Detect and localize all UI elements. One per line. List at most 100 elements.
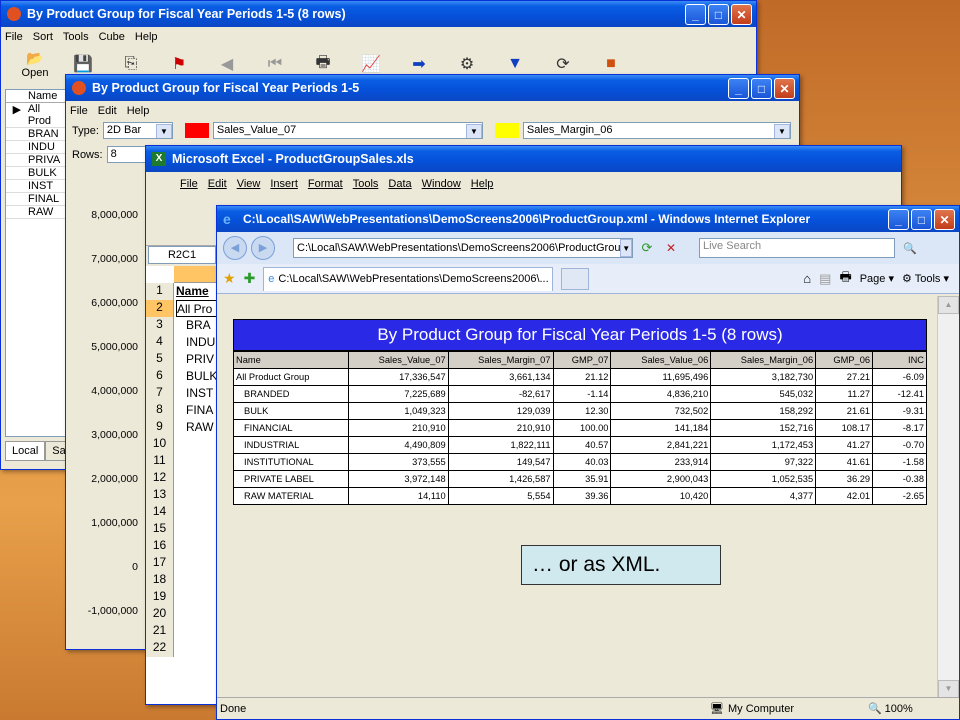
list-item[interactable]: FINAL xyxy=(6,193,66,206)
page-menu[interactable]: Page ▾ xyxy=(860,272,894,285)
row-header[interactable]: 7 xyxy=(146,385,174,402)
maximize-button[interactable]: □ xyxy=(708,4,729,25)
grid-cell[interactable]: RAW xyxy=(176,419,214,436)
series1-select[interactable]: Sales_Value_07 ▼ xyxy=(212,122,483,139)
cube-title-bar[interactable]: By Product Group for Fiscal Year Periods… xyxy=(1,1,756,27)
list-item[interactable]: INST xyxy=(6,180,66,193)
list-item[interactable]: INDU xyxy=(6,141,66,154)
ie-address-bar: ◀ ▶ C:\Local\SAW\WebPresentations\DemoSc… xyxy=(217,232,959,264)
row-header[interactable]: 12 xyxy=(146,470,174,487)
series2-select[interactable]: Sales_Margin_06 ▼ xyxy=(522,122,791,139)
name-box[interactable]: R2C1 xyxy=(148,246,216,264)
list-item[interactable]: BULK xyxy=(6,167,66,180)
type-select[interactable]: 2D Bar ▼ xyxy=(102,122,173,139)
maximize-button[interactable]: □ xyxy=(911,209,932,230)
menu-insert[interactable]: Insert xyxy=(270,178,298,190)
list-item[interactable]: ▶ All Prod xyxy=(6,103,66,128)
add-favorite-icon[interactable]: ✚ xyxy=(244,270,256,287)
row-header[interactable]: 10 xyxy=(146,436,174,453)
menu-help[interactable]: Help xyxy=(127,105,150,117)
menu-window[interactable]: Window xyxy=(422,178,461,190)
close-button[interactable]: ✕ xyxy=(774,78,795,99)
row-header[interactable]: 5 xyxy=(146,351,174,368)
feeds-icon[interactable]: ▤ xyxy=(819,271,831,287)
tab-local[interactable]: Local xyxy=(5,441,46,461)
favorites-star-icon[interactable]: ★ xyxy=(223,270,236,287)
row-header[interactable]: 1 xyxy=(146,283,174,300)
stop-icon[interactable]: ✕ xyxy=(661,241,681,255)
row-header[interactable]: 13 xyxy=(146,487,174,504)
address-input[interactable]: C:\Local\SAW\WebPresentations\DemoScreen… xyxy=(293,238,633,258)
row-header[interactable]: 6 xyxy=(146,368,174,385)
row-header[interactable]: 16 xyxy=(146,538,174,555)
row-header[interactable]: 14 xyxy=(146,504,174,521)
ie-tab[interactable]: e C:\Local\SAW\WebPresentations\DemoScre… xyxy=(263,266,554,291)
grid-cell[interactable]: BULK xyxy=(176,368,217,385)
zoom-level[interactable]: 100% xyxy=(885,703,913,715)
open-button[interactable]: 📂 Open xyxy=(11,50,59,79)
menu-edit[interactable]: Edit xyxy=(98,105,117,117)
excel-title-bar[interactable]: X Microsoft Excel - ProductGroupSales.xl… xyxy=(146,146,901,172)
search-input[interactable]: Live Search xyxy=(699,238,895,258)
row-header[interactable]: 18 xyxy=(146,572,174,589)
grid-cell[interactable]: Name xyxy=(176,283,209,300)
menu-help[interactable]: Help xyxy=(471,178,494,190)
series2-color[interactable] xyxy=(494,123,519,138)
menu-tools[interactable]: Tools xyxy=(353,178,379,190)
row-header[interactable]: 19 xyxy=(146,589,174,606)
row-header[interactable]: 8 xyxy=(146,402,174,419)
row-header[interactable]: 22 xyxy=(146,640,174,657)
row-header[interactable]: 9 xyxy=(146,419,174,436)
menu-file[interactable]: File xyxy=(70,105,88,117)
scroll-up-icon[interactable]: ▲ xyxy=(938,296,959,314)
print-icon[interactable]: 🖶 xyxy=(839,268,851,290)
menu-sort[interactable]: Sort xyxy=(33,31,53,43)
row-header[interactable]: 20 xyxy=(146,606,174,623)
maximize-button[interactable]: □ xyxy=(751,78,772,99)
table-header-row: Name Sales_Value_07 Sales_Margin_07 GMP_… xyxy=(233,351,927,369)
list-item[interactable]: PRIVA xyxy=(6,154,66,167)
grid-cell[interactable]: PRIV xyxy=(176,351,214,368)
grid-cell[interactable]: INST xyxy=(176,385,213,402)
row-header[interactable]: 4 xyxy=(146,334,174,351)
row-header[interactable]: 2 xyxy=(146,300,174,317)
home-icon[interactable]: ⌂ xyxy=(803,271,811,286)
minimize-button[interactable]: _ xyxy=(728,78,749,99)
row-header[interactable]: 11 xyxy=(146,453,174,470)
close-button[interactable]: ✕ xyxy=(731,4,752,25)
chart-title-bar[interactable]: By Product Group for Fiscal Year Periods… xyxy=(66,75,799,101)
grid-cell[interactable]: INDU xyxy=(176,334,215,351)
menu-cube[interactable]: Cube xyxy=(99,31,125,43)
table-cell: 152,716 xyxy=(710,419,817,437)
forward-icon[interactable]: ▶ xyxy=(251,236,275,260)
ie-scrollbar[interactable]: ▲ ▼ xyxy=(937,296,959,698)
minimize-button[interactable]: _ xyxy=(888,209,909,230)
menu-file[interactable]: File xyxy=(180,178,198,190)
row-header[interactable]: 17 xyxy=(146,555,174,572)
menu-data[interactable]: Data xyxy=(388,178,411,190)
list-item[interactable]: BRAN xyxy=(6,128,66,141)
ie-title-bar[interactable]: e C:\Local\SAW\WebPresentations\DemoScre… xyxy=(217,206,959,232)
list-item[interactable]: RAW xyxy=(6,206,66,219)
minimize-button[interactable]: _ xyxy=(685,4,706,25)
grid-cell[interactable]: BRA xyxy=(176,317,211,334)
menu-file[interactable]: File xyxy=(5,31,23,43)
tools-menu[interactable]: ⚙ Tools ▾ xyxy=(902,272,949,285)
scroll-down-icon[interactable]: ▼ xyxy=(938,680,959,698)
refresh-icon[interactable]: ⟳ xyxy=(637,240,657,256)
back-icon[interactable]: ◀ xyxy=(223,236,247,260)
search-icon[interactable]: 🔍 xyxy=(899,242,921,255)
menu-view[interactable]: View xyxy=(237,178,261,190)
row-header[interactable]: 15 xyxy=(146,521,174,538)
row-header[interactable]: 21 xyxy=(146,623,174,640)
menu-help[interactable]: Help xyxy=(135,31,158,43)
menu-tools[interactable]: Tools xyxy=(63,31,89,43)
new-tab[interactable] xyxy=(561,267,590,290)
grid-cell[interactable]: FINA xyxy=(176,402,213,419)
menu-format[interactable]: Format xyxy=(308,178,343,190)
rows-input[interactable]: 8 xyxy=(106,146,147,163)
series1-color[interactable] xyxy=(184,123,209,138)
menu-edit[interactable]: Edit xyxy=(208,178,227,190)
row-header[interactable]: 3 xyxy=(146,317,174,334)
close-button[interactable]: ✕ xyxy=(934,209,955,230)
